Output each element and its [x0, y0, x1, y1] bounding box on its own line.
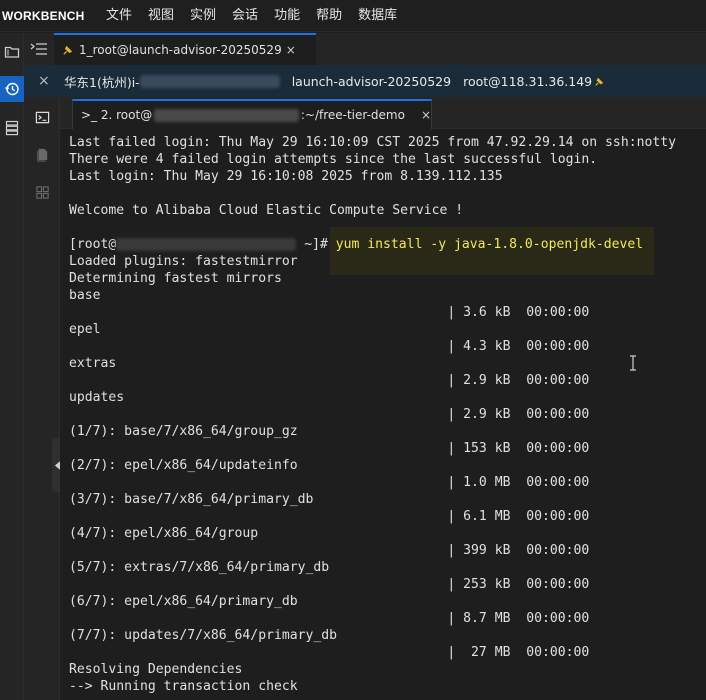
menu-help[interactable]: 帮助 — [308, 0, 350, 32]
session-tab-bar: 1_root@launch-advisor-20250529 × — [24, 33, 706, 65]
terminal-line: Resolving Dependencies — [69, 662, 243, 677]
terminal-line: | 153 kB 00:00:00 — [69, 441, 590, 456]
terminal-line: | 253 kB 00:00:00 — [69, 577, 590, 592]
terminal-line: (4/7): epel/x86_64/group — [69, 526, 259, 541]
terminal-tab[interactable]: >_ 2. root@ :~/free-tier-demo × — [72, 99, 432, 129]
session-tab-close-icon[interactable]: × — [286, 43, 296, 57]
terminal-line: extras — [69, 356, 117, 371]
terminal-line: Last failed login: Thu May 29 16:10:09 C… — [69, 135, 676, 150]
menu-file[interactable]: 文件 — [98, 0, 140, 32]
terminal-line: There were 4 failed login attempts since… — [69, 152, 598, 167]
terminal-line: [root@ ~]# yum install -y java-1.8.0-ope… — [69, 236, 643, 253]
terminal-icon[interactable] — [24, 104, 60, 130]
terminal-line: epel — [69, 322, 101, 337]
instance-info-bar: × 华东1(杭州)i- launch-advisor-20250529 root… — [24, 65, 706, 97]
session-tab[interactable]: 1_root@launch-advisor-20250529 × — [54, 33, 316, 65]
terminal-line: --> Running transaction check — [69, 679, 298, 694]
prompt-suffix: ~]# — [296, 237, 336, 252]
redacted-hostname — [116, 238, 297, 251]
terminal-line: | 6.1 MB 00:00:00 — [69, 509, 590, 524]
terminal-line: | 3.6 kB 00:00:00 — [69, 305, 590, 320]
app-brand: WORKBENCH — [2, 8, 85, 23]
terminal-line: | 27 MB 00:00:00 — [69, 645, 590, 660]
menu-instance[interactable]: 实例 — [182, 0, 224, 32]
server-list-icon[interactable] — [0, 115, 24, 141]
terminal-line: (3/7): base/7/x86_64/primary_db — [69, 492, 314, 507]
pin-icon — [62, 41, 73, 60]
terminal-line: (1/7): base/7/x86_64/group_gz — [69, 424, 298, 439]
folder-icon[interactable] — [0, 39, 24, 65]
file-icon[interactable] — [24, 141, 60, 167]
terminal-line: | 4.3 kB 00:00:00 — [69, 339, 590, 354]
redacted-instance-id — [139, 74, 280, 88]
typed-command: yum install -y java-1.8.0-openjdk-devel — [335, 237, 644, 252]
menu-bar: WORKBENCH 文件 视图 实例 会话 功能 帮助 数据库 — [0, 0, 706, 32]
terminal-line: | 2.9 kB 00:00:00 — [69, 373, 590, 388]
menu-session[interactable]: 会话 — [224, 0, 266, 32]
menu-features[interactable]: 功能 — [266, 0, 308, 32]
user-host: root@118.31.36.149 — [463, 73, 593, 89]
pin-icon[interactable] — [594, 72, 604, 91]
menu-view[interactable]: 视图 — [140, 0, 182, 32]
history-icon[interactable] — [0, 76, 24, 102]
terminal-line: Determining fastest mirrors — [69, 271, 282, 286]
prompt-prefix: [root@ — [69, 237, 117, 252]
menu-database[interactable]: 数据库 — [350, 0, 405, 32]
terminal-line: (6/7): epel/x86_64/primary_db — [69, 594, 298, 609]
terminal-tab-suffix: :~/free-tier-demo — [300, 108, 405, 122]
terminal-tab-close-icon[interactable]: × — [421, 108, 431, 122]
terminal-line: | 8.7 MB 00:00:00 — [69, 611, 590, 626]
close-icon[interactable]: × — [38, 73, 56, 89]
grid-icon[interactable] — [24, 179, 60, 205]
terminal-output[interactable]: Last failed login: Thu May 29 16:10:09 C… — [60, 130, 706, 700]
terminal-line: | 399 kB 00:00:00 — [69, 543, 590, 558]
text-cursor-icon — [628, 355, 638, 371]
terminal-line: (2/7): epel/x86_64/updateinfo — [69, 458, 298, 473]
terminal-line: updates — [69, 390, 125, 405]
activity-bar — [0, 33, 24, 700]
session-tab-label: 1_root@launch-advisor-20250529 — [79, 43, 282, 57]
session-side-panel — [24, 97, 60, 700]
terminal-tab-prefix: >_ 2. root@ — [81, 108, 153, 122]
terminal-line: (5/7): extras/7/x86_64/primary_db — [69, 560, 330, 575]
terminal-tab-bar: >_ 2. root@ :~/free-tier-demo × — [60, 97, 706, 129]
instance-name: launch-advisor-20250529 — [291, 73, 452, 89]
terminal-line: Last login: Thu May 29 16:10:08 2025 fro… — [69, 169, 503, 184]
terminal-line: (7/7): updates/7/x86_64/primary_db — [69, 628, 338, 643]
terminal-line: | 1.0 MB 00:00:00 — [69, 475, 590, 490]
redacted-hostname — [154, 108, 299, 122]
terminal-line: Welcome to Alibaba Cloud Elastic Compute… — [69, 203, 464, 218]
terminal-line: base — [69, 288, 101, 303]
region-label: 华东1(杭州)i- — [64, 74, 140, 90]
tab-list-icon[interactable] — [30, 41, 48, 57]
terminal-line: Loaded plugins: fastestmirror — [69, 254, 298, 269]
terminal-line: | 2.9 kB 00:00:00 — [69, 407, 590, 422]
